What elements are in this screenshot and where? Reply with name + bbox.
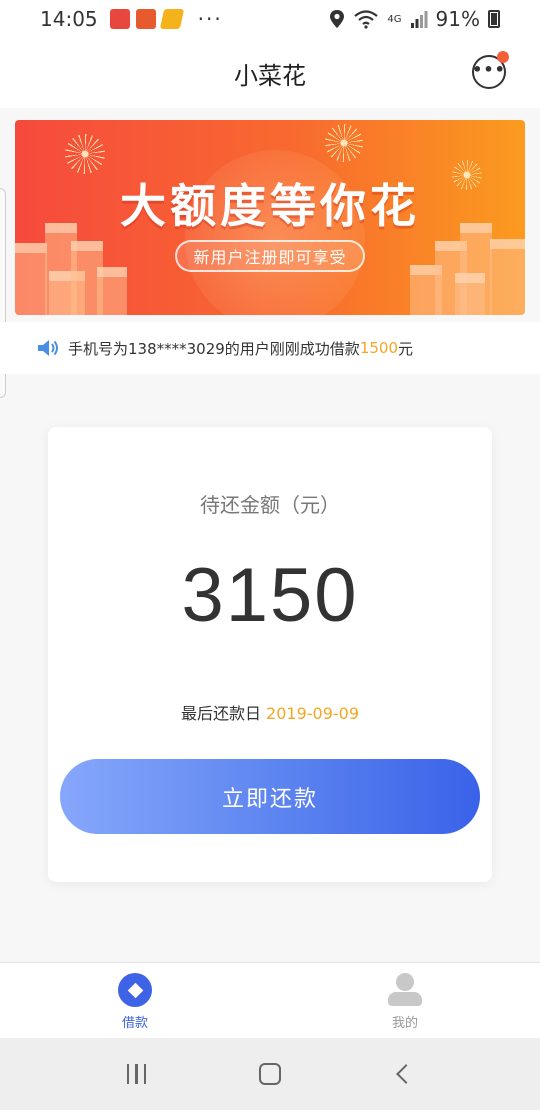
nav-item-loan[interactable]: 借款	[0, 963, 270, 1038]
back-icon	[396, 1064, 417, 1084]
recent-apps-button[interactable]	[117, 1054, 157, 1094]
building-decoration	[490, 239, 525, 315]
speaker-icon	[38, 340, 58, 356]
battery-percent: 91%	[435, 7, 480, 31]
due-date-value: 2019-09-09	[266, 704, 360, 723]
status-time: 14:05	[40, 7, 98, 31]
app-notification-icon	[109, 9, 130, 29]
notice-text: 手机号为138****3029的用户刚刚成功借款	[68, 339, 360, 358]
nav-item-mine[interactable]: 我的	[270, 963, 540, 1038]
status-right: 4G 91%	[329, 7, 500, 31]
battery-icon	[488, 10, 500, 28]
banner-subtitle: 新用户注册即可享受	[175, 240, 365, 272]
firework-icon	[325, 124, 363, 162]
wifi-icon	[354, 10, 379, 29]
home-icon	[258, 1063, 281, 1085]
nav-label-mine: 我的	[391, 1016, 418, 1031]
due-date-row: 最后还款日 2019-09-09	[48, 700, 492, 724]
app-notification-icon	[159, 9, 184, 29]
bottom-nav: 借款 我的	[0, 962, 540, 1038]
location-icon	[330, 10, 345, 28]
repayment-card: 待还金额（元） 3150 最后还款日 2019-09-09 立即还款	[48, 427, 492, 882]
user-icon	[388, 973, 422, 1007]
system-nav-bar	[0, 1038, 540, 1110]
page-title: 小菜花	[234, 61, 306, 90]
unread-badge	[497, 51, 509, 63]
signal-icon	[410, 11, 428, 28]
message-button[interactable]: •••	[472, 51, 509, 89]
firework-icon	[65, 134, 105, 174]
home-button[interactable]	[250, 1054, 290, 1094]
app-header: 小菜花 •••	[0, 38, 540, 108]
app-notification-icon	[135, 9, 156, 29]
banner-title: 大额度等你花	[120, 179, 420, 233]
nav-label-loan: 借款	[121, 1016, 148, 1031]
amount-due-value: 3150	[181, 553, 359, 638]
recent-apps-icon	[126, 1064, 147, 1084]
repay-now-button[interactable]: 立即还款	[60, 759, 480, 834]
building-decoration	[15, 243, 47, 315]
amount-due-label: 待还金额（元）	[200, 493, 340, 517]
building-decoration	[97, 267, 127, 315]
network-type: 4G	[387, 13, 402, 25]
notice-unit: 元	[398, 339, 414, 358]
back-button[interactable]	[383, 1054, 423, 1094]
notice-amount: 1500	[359, 339, 398, 357]
notice-bar: 手机号为138****3029的用户刚刚成功借款 1500 元	[0, 322, 540, 374]
promo-banner[interactable]: 大额度等你花 新用户注册即可享受	[15, 120, 525, 315]
building-decoration	[455, 273, 485, 315]
loan-icon	[118, 973, 152, 1007]
due-date-label: 最后还款日	[180, 704, 267, 723]
more-notifications-icon: ···	[197, 7, 223, 31]
status-bar: 14:05 ··· 4G 91%	[0, 0, 540, 38]
